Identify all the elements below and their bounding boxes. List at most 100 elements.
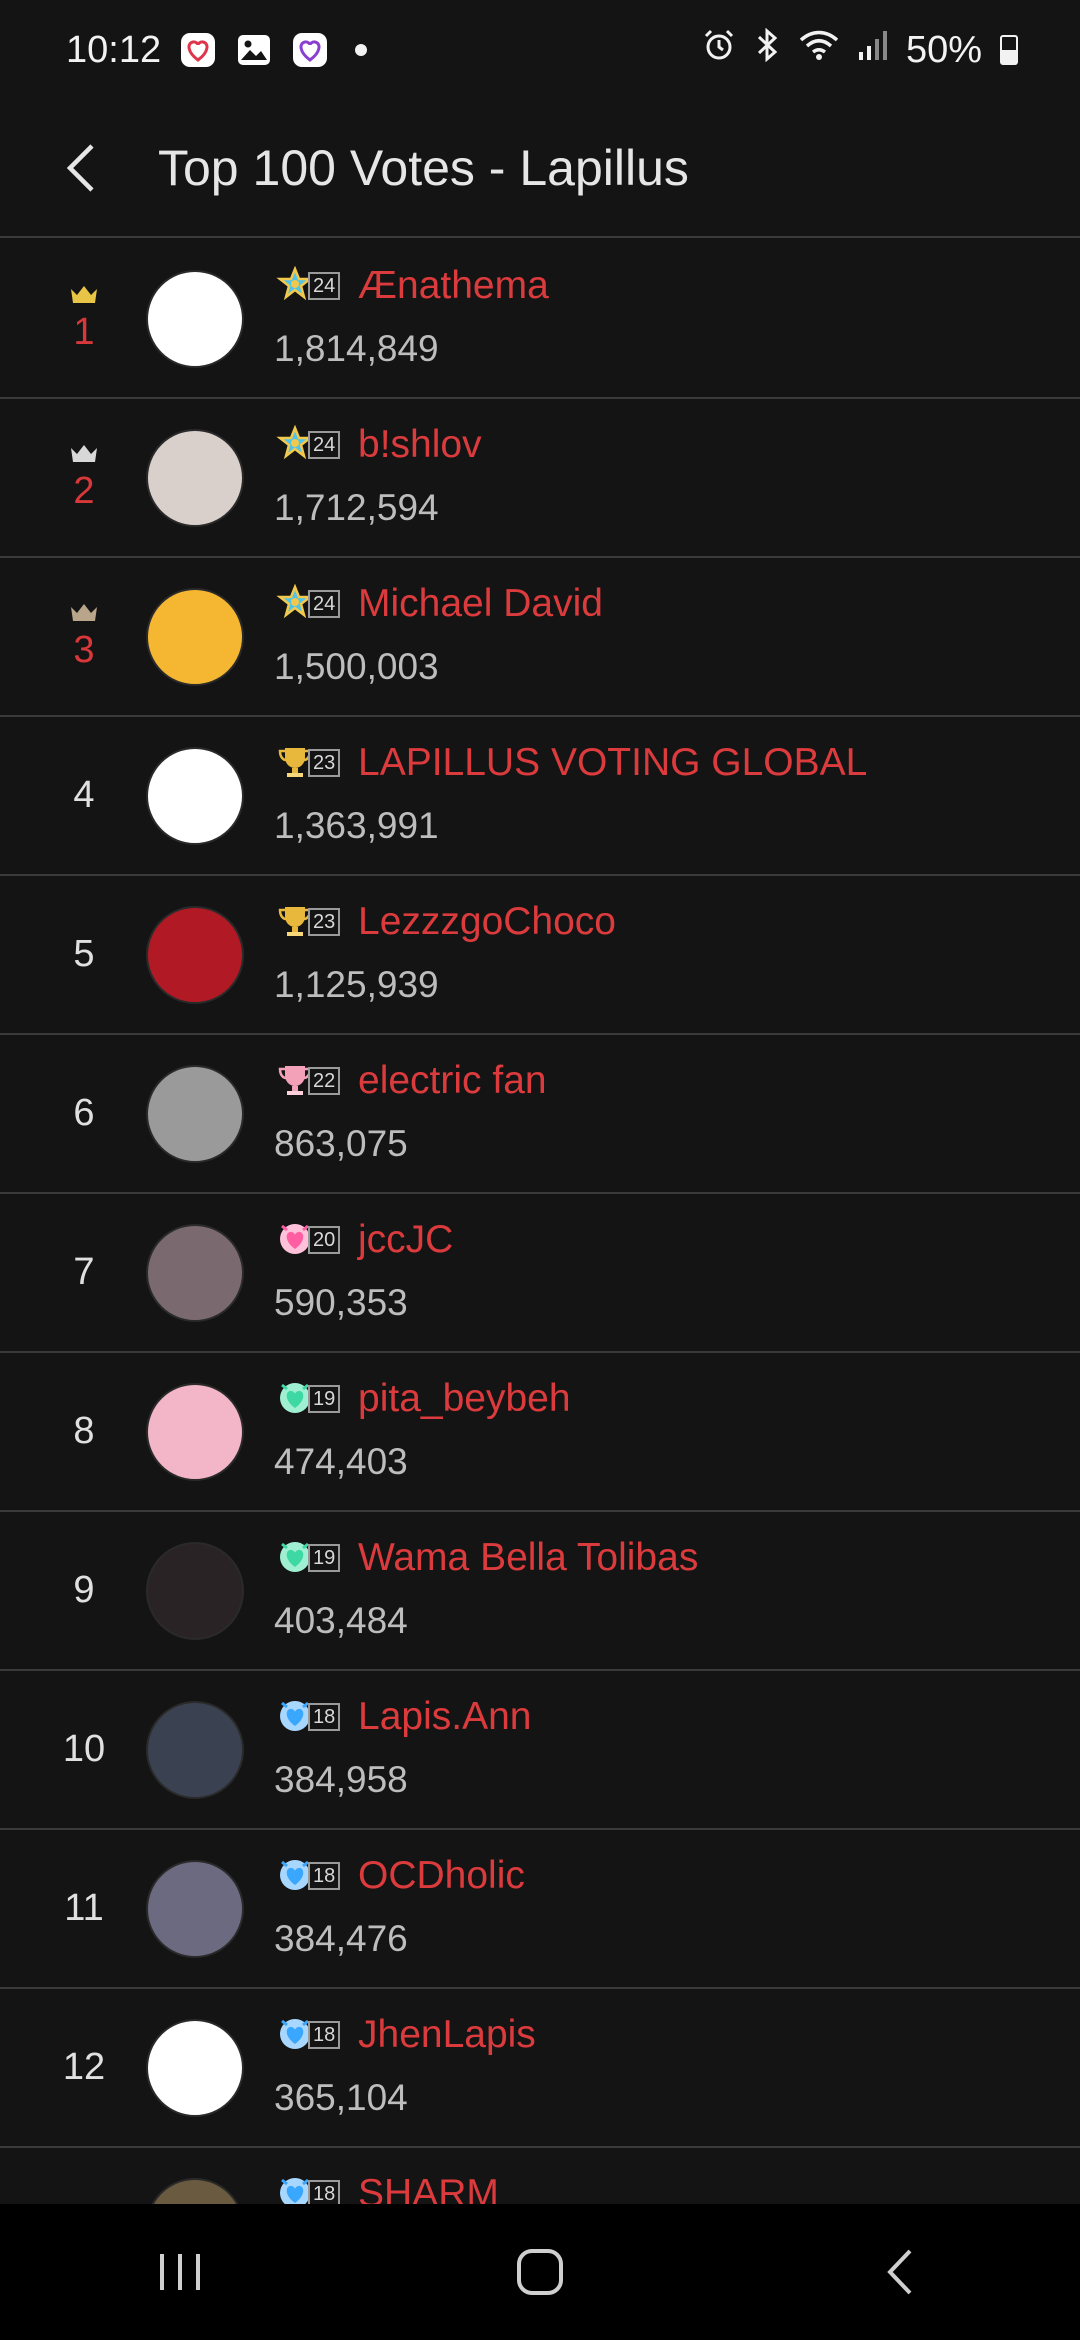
list-item[interactable]: 13 18 SHARM — [0, 2148, 1080, 2204]
heart-chat-icon — [291, 31, 329, 69]
nav-back-button[interactable] — [830, 2222, 970, 2322]
rank-number: 8 — [73, 1410, 95, 1452]
rank-number: 10 — [62, 1728, 106, 1770]
crown-icon — [71, 286, 97, 303]
avatar[interactable] — [146, 747, 244, 845]
level-number: 19 — [308, 1385, 341, 1413]
heart-chat-icon — [179, 31, 217, 69]
list-item[interactable]: 4 23 LAPILLUS VOTING GLOBAL 1,363,991 — [0, 717, 1080, 876]
level-number: 20 — [308, 1226, 341, 1254]
level-badge: 19 — [276, 1379, 341, 1419]
level-badge: 23 — [276, 902, 341, 942]
rank-column: 8 — [44, 1353, 124, 1510]
avatar[interactable] — [146, 1542, 244, 1640]
rank-column: 9 — [44, 1512, 124, 1669]
user-name[interactable]: b!shlov — [358, 423, 482, 467]
list-item[interactable]: 10 18 Lapis.Ann 384,958 — [0, 1671, 1080, 1830]
vote-count: 590,353 — [274, 1282, 408, 1323]
level-badge: 19 — [276, 1538, 341, 1578]
list-item[interactable]: 6 22 electric fan 863,075 — [0, 1035, 1080, 1194]
rank-number: 4 — [73, 774, 95, 816]
rank-number: 7 — [73, 1251, 95, 1293]
user-name[interactable]: electric fan — [358, 1059, 547, 1103]
vote-count: 384,476 — [274, 1918, 408, 1959]
user-name[interactable]: jccJC — [358, 1218, 453, 1262]
level-badge: 18 — [276, 1697, 341, 1737]
app-header: Top 100 Votes - Lapillus — [0, 100, 1080, 238]
rank-column: 12 — [44, 1989, 124, 2146]
list-item[interactable]: 7 20 jccJC 590,353 — [0, 1194, 1080, 1353]
avatar[interactable] — [146, 1383, 244, 1481]
avatar[interactable] — [146, 270, 244, 368]
rank-column: 13 — [44, 2148, 124, 2204]
ranking-list[interactable]: 1 24 Ænathema 1,814,849 2 24 b!shlov 1,7… — [0, 240, 1080, 2204]
home-button[interactable] — [470, 2222, 610, 2322]
list-item[interactable]: 5 23 LezzzgoChoco 1,125,939 — [0, 876, 1080, 1035]
list-item[interactable]: 1 24 Ænathema 1,814,849 — [0, 240, 1080, 399]
list-item[interactable]: 12 18 JhenLapis 365,104 — [0, 1989, 1080, 2148]
level-number: 23 — [308, 908, 341, 936]
user-name[interactable]: LezzzgoChoco — [358, 900, 616, 944]
level-number: 18 — [308, 1862, 341, 1890]
user-name[interactable]: Wama Bella Tolibas — [358, 1536, 698, 1580]
list-item[interactable]: 3 24 Michael David 1,500,003 — [0, 558, 1080, 717]
recent-apps-button[interactable] — [110, 2222, 250, 2322]
rank-number: 9 — [73, 1569, 95, 1611]
status-bar: 10:12 50% — [0, 0, 1080, 100]
signal-icon — [858, 28, 888, 72]
wifi-icon — [798, 28, 840, 72]
back-button[interactable] — [40, 128, 120, 208]
level-badge: 24 — [276, 265, 341, 306]
vote-count: 1,125,939 — [274, 964, 439, 1005]
list-item[interactable]: 8 19 pita_beybeh 474,403 — [0, 1353, 1080, 1512]
user-name[interactable]: Ænathema — [358, 264, 549, 308]
rank-number: 3 — [73, 629, 95, 671]
user-name[interactable]: JhenLapis — [358, 2013, 536, 2057]
user-name[interactable]: Lapis.Ann — [358, 1695, 531, 1739]
avatar[interactable] — [146, 1701, 244, 1799]
list-item[interactable]: 11 18 OCDholic 384,476 — [0, 1830, 1080, 1989]
level-badge: 22 — [276, 1061, 341, 1101]
rank-column: 6 — [44, 1035, 124, 1192]
rank-column: 10 — [44, 1671, 124, 1828]
list-item[interactable]: 9 19 Wama Bella Tolibas 403,484 — [0, 1512, 1080, 1671]
avatar[interactable] — [146, 906, 244, 1004]
level-number: 18 — [308, 1703, 341, 1731]
crown-icon — [71, 604, 97, 621]
vote-count: 365,104 — [274, 2077, 408, 2118]
system-nav-bar — [0, 2204, 1080, 2340]
rank-column: 11 — [44, 1830, 124, 1987]
avatar[interactable] — [146, 2178, 244, 2204]
level-badge: 24 — [276, 424, 341, 465]
vote-count: 474,403 — [274, 1441, 408, 1482]
avatar[interactable] — [146, 1224, 244, 1322]
user-name[interactable]: OCDholic — [358, 1854, 525, 1898]
avatar[interactable] — [146, 1860, 244, 1958]
vote-count: 1,814,849 — [274, 328, 439, 369]
level-badge: 20 — [276, 1220, 341, 1260]
user-name[interactable]: Michael David — [358, 582, 603, 626]
vote-count: 384,958 — [274, 1759, 408, 1800]
avatar[interactable] — [146, 429, 244, 527]
level-badge: 23 — [276, 743, 341, 783]
level-number: 19 — [308, 1544, 341, 1572]
avatar[interactable] — [146, 588, 244, 686]
level-badge: 18 — [276, 2174, 341, 2204]
rank-number: 12 — [62, 2046, 106, 2088]
user-name[interactable]: SHARM — [358, 2172, 499, 2204]
level-number: 18 — [308, 2180, 341, 2204]
gallery-icon — [235, 31, 273, 69]
avatar[interactable] — [146, 1065, 244, 1163]
list-item[interactable]: 2 24 b!shlov 1,712,594 — [0, 399, 1080, 558]
level-number: 24 — [308, 272, 341, 300]
page-title: Top 100 Votes - Lapillus — [158, 140, 689, 196]
rank-number: 11 — [64, 1887, 104, 1929]
user-name[interactable]: LAPILLUS VOTING GLOBAL — [358, 741, 867, 785]
level-badge: 18 — [276, 1856, 341, 1896]
crown-icon — [71, 445, 97, 462]
rank-column: 2 — [44, 399, 124, 556]
avatar[interactable] — [146, 2019, 244, 2117]
rank-column: 5 — [44, 876, 124, 1033]
user-name[interactable]: pita_beybeh — [358, 1377, 571, 1421]
battery-fill — [1002, 50, 1016, 63]
